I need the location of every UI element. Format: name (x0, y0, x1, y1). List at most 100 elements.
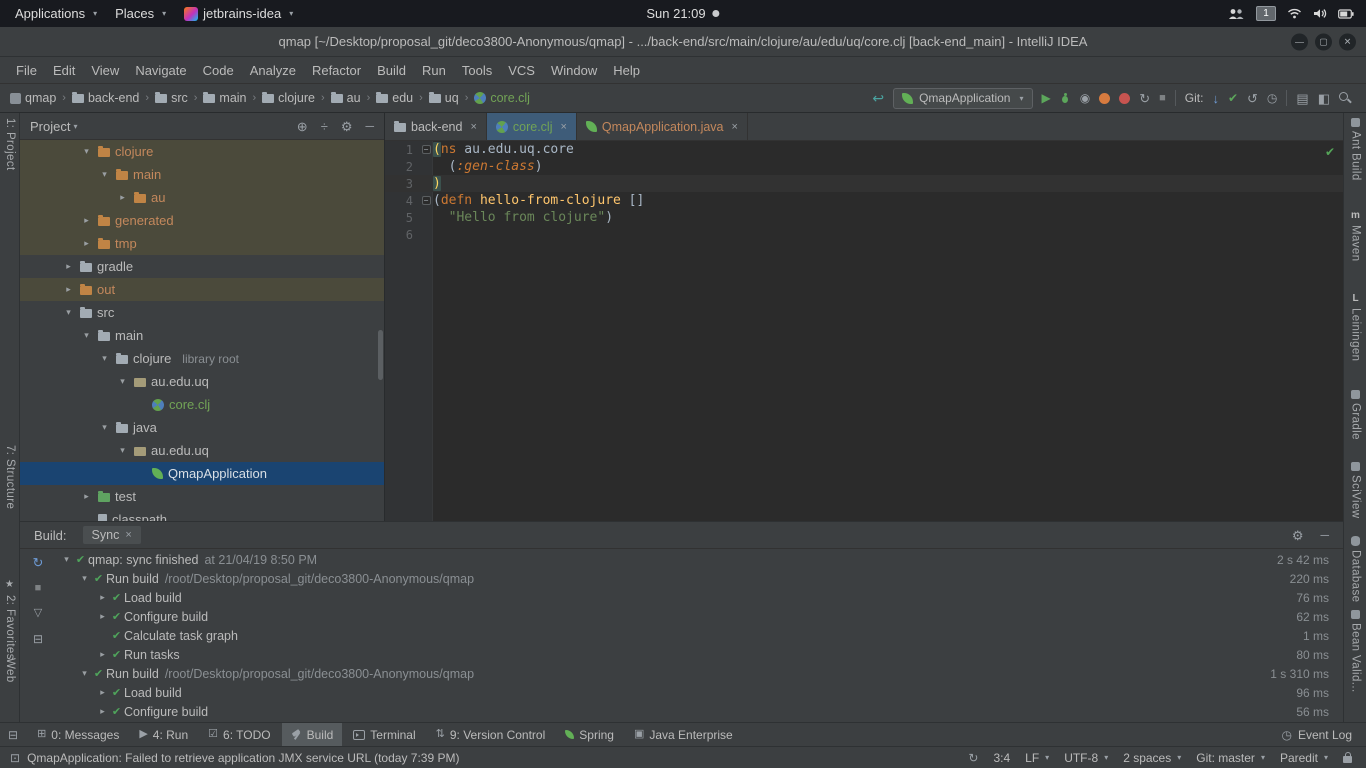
stripe-maven[interactable]: m Maven (1346, 210, 1365, 262)
locate-icon[interactable]: ⊕ (297, 120, 308, 133)
line-number[interactable]: 1 (385, 143, 419, 157)
tree-row-java[interactable]: ▾ java (20, 416, 384, 439)
line-number[interactable]: 4 (385, 194, 419, 208)
breadcrumb-qmap[interactable]: qmap (10, 91, 56, 105)
filter-icon[interactable]: ▽ (34, 608, 42, 619)
stripe-web[interactable]: Web (4, 658, 16, 683)
expand-arrow[interactable]: ▸ (62, 284, 75, 295)
expand-arrow[interactable]: ▸ (96, 649, 109, 660)
tool-window-button-9-version-control[interactable]: ⇅ 9: Version Control (427, 723, 555, 747)
tree-row-src[interactable]: ▾ src (20, 301, 384, 324)
stripe-2-favorites[interactable]: 2: Favorites (4, 595, 16, 660)
expand-arrow[interactable]: ▸ (80, 491, 93, 502)
tool-windows-icon[interactable]: ⊟ (8, 729, 18, 741)
settings-icon[interactable]: ⚙ (1292, 529, 1304, 542)
applications-menu[interactable]: Applications ▾ (6, 0, 106, 27)
tree-row-classpath[interactable]: classpath (20, 508, 384, 521)
run-icon[interactable]: ▶ (1042, 92, 1051, 104)
code-line[interactable]: 6 (385, 226, 1343, 243)
volume-icon[interactable] (1313, 8, 1327, 19)
tool-window-button-4-run[interactable]: ▶ 4: Run (130, 723, 197, 747)
tree-row-out[interactable]: ▸ out (20, 278, 384, 301)
tree-row-clojure[interactable]: ▾ clojure library root (20, 347, 384, 370)
expand-arrow[interactable]: ▸ (96, 706, 109, 717)
tab-sync[interactable]: Sync × (82, 526, 141, 544)
wifi-icon[interactable] (1287, 8, 1302, 19)
indent[interactable]: 2 spaces ▾ (1123, 751, 1181, 765)
paredit[interactable]: Paredit ▾ (1280, 751, 1328, 765)
rerun-icon[interactable]: ↻ (1139, 92, 1150, 105)
stripe-ant-build[interactable]: Ant Build (1346, 118, 1365, 181)
status-message[interactable]: QmapApplication: Failed to retrieve appl… (27, 751, 459, 765)
menu-help[interactable]: Help (605, 60, 648, 81)
status-message-icon[interactable]: ⊡ (10, 752, 20, 764)
maximize-button[interactable]: ▢ (1315, 33, 1332, 50)
code-line[interactable]: 5 "Hello from clojure") (385, 209, 1343, 226)
menu-edit[interactable]: Edit (45, 60, 83, 81)
users-icon[interactable] (1228, 8, 1245, 20)
back-icon[interactable]: ↩ (872, 91, 884, 105)
expand-arrow[interactable]: ▾ (98, 353, 111, 364)
project-scrollbar[interactable] (378, 330, 383, 380)
stripe-database[interactable]: Database (1346, 536, 1365, 602)
run-config-selector[interactable]: QmapApplication ▾ (893, 87, 1033, 109)
tab-back-end[interactable]: back-end × (385, 113, 487, 140)
expand-arrow[interactable]: ▾ (80, 146, 93, 157)
hide-icon[interactable]: ─ (365, 120, 374, 132)
search-icon[interactable] (1339, 91, 1352, 105)
breadcrumb-back-end[interactable]: back-end (71, 91, 139, 105)
layout-icon[interactable]: ◧ (1318, 92, 1330, 105)
menu-build[interactable]: Build (369, 60, 414, 81)
code-line[interactable]: 3) (385, 175, 1343, 192)
close-button[interactable]: ✕ (1339, 33, 1356, 50)
build-row-configure-build[interactable]: ▸ ✔ Configure build 56 ms (56, 702, 1343, 721)
tree-row-au-edu-uq[interactable]: ▾ au.edu.uq (20, 370, 384, 393)
close-icon[interactable]: × (125, 529, 131, 541)
tool-window-button-spring[interactable]: Spring (556, 723, 623, 747)
expand-arrow[interactable]: ▾ (98, 422, 111, 433)
line-number[interactable]: 5 (385, 211, 419, 225)
refresh-icon[interactable]: ↻ (968, 752, 978, 764)
expand-arrow[interactable]: ▸ (80, 215, 93, 226)
breadcrumb-core-clj[interactable]: core.clj (474, 91, 530, 105)
commit-icon[interactable]: ✔ (1228, 92, 1238, 104)
menu-navigate[interactable]: Navigate (127, 60, 194, 81)
stop-icon[interactable]: ■ (1159, 92, 1166, 104)
expand-arrow[interactable]: ▸ (116, 192, 129, 203)
build-row-load-build[interactable]: ▸ ✔ Load build 76 ms (56, 588, 1343, 607)
fold-marker[interactable]: − (419, 196, 433, 205)
inspection-ok-icon[interactable]: ✔ (1325, 145, 1335, 159)
expand-arrow[interactable]: ▸ (80, 238, 93, 249)
tree-row-test[interactable]: ▸ test (20, 485, 384, 508)
build-row-run-build[interactable]: ▾ ✔ Run build/root/Desktop/proposal_git/de… (56, 664, 1343, 683)
coverage-icon[interactable]: ◉ (1080, 92, 1090, 104)
expand-arrow[interactable]: ▸ (96, 611, 109, 622)
tool-window-button-java-enterprise[interactable]: ▣ Java Enterprise (625, 723, 742, 747)
update-project-icon[interactable]: ↓ (1212, 92, 1219, 105)
menu-file[interactable]: File (8, 60, 45, 81)
build-row-qmap-sync-finished[interactable]: ▾ ✔ qmap: sync finished at 21/04/19 8:50 PM… (56, 550, 1343, 569)
project-panel-title[interactable]: Project (30, 119, 70, 134)
close-tab-icon[interactable]: × (560, 121, 566, 133)
tool-window-button-build[interactable]: Build (281, 722, 343, 747)
tree-row-clojure[interactable]: ▾ clojure (20, 140, 384, 163)
expand-arrow[interactable]: ▾ (80, 330, 93, 341)
build-row-configure-build[interactable]: ▸ ✔ Configure build 62 ms (56, 607, 1343, 626)
encoding[interactable]: UTF-8 ▾ (1064, 751, 1108, 765)
tree-row-gradle[interactable]: ▸ gradle (20, 255, 384, 278)
close-tab-icon[interactable]: × (470, 121, 476, 133)
expand-arrow[interactable]: ▾ (78, 668, 91, 679)
profiler-icon[interactable] (1099, 92, 1111, 104)
places-menu[interactable]: Places ▾ (106, 0, 175, 27)
breadcrumb-clojure[interactable]: clojure (262, 91, 315, 105)
line-number[interactable]: 6 (385, 228, 419, 242)
build-row-load-build[interactable]: ▸ ✔ Load build 96 ms (56, 683, 1343, 702)
structure-icon[interactable]: ▤ (1296, 92, 1308, 105)
tab-qmapapplication-java[interactable]: QmapApplication.java × (577, 113, 748, 140)
expand-arrow[interactable]: ▾ (60, 554, 73, 565)
code-line[interactable]: 1− (ns au.edu.uq.core (385, 141, 1343, 158)
fold-icon[interactable]: − (421, 196, 431, 205)
tree-row-generated[interactable]: ▸ generated (20, 209, 384, 232)
fold-icon[interactable]: − (421, 145, 431, 154)
tool-window-button-6-todo[interactable]: ☑ 6: TODO (199, 723, 279, 747)
